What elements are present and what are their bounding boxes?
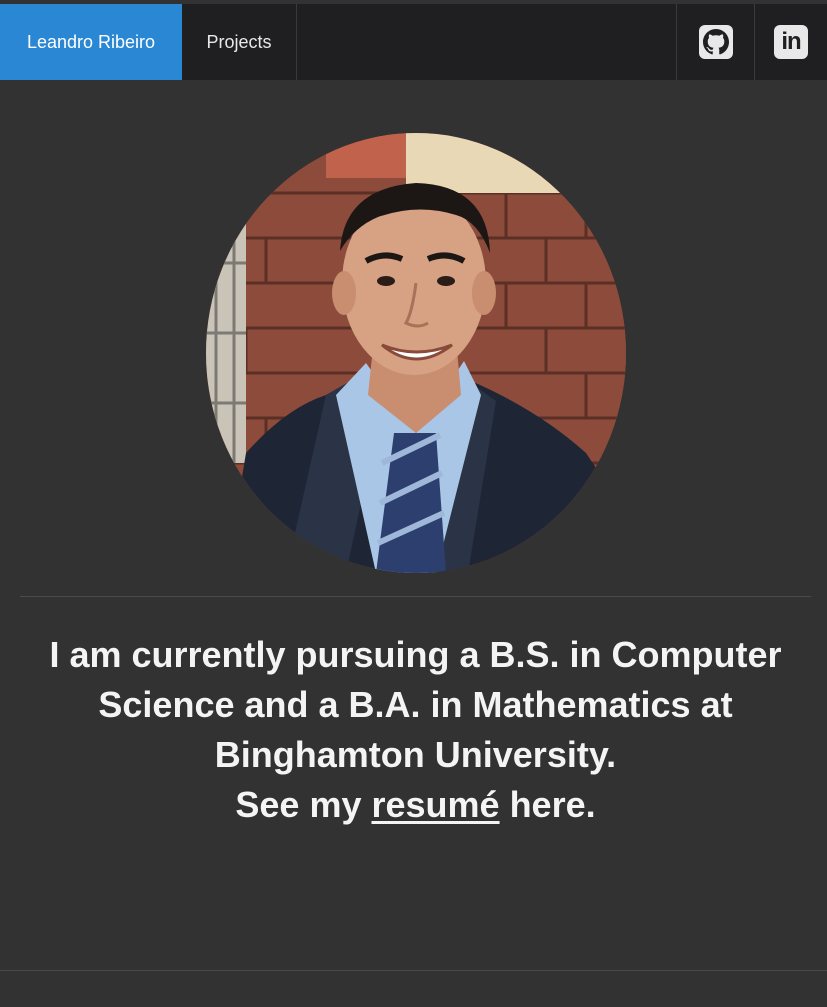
resume-prefix: See my bbox=[235, 784, 372, 825]
resume-suffix: here. bbox=[499, 784, 596, 825]
bio-line-1: I am currently pursuing a B.S. in Comput… bbox=[49, 634, 782, 675]
top-navbar: Leandro Ribeiro Projects in bbox=[0, 0, 827, 80]
nav-brand-link[interactable]: Leandro Ribeiro bbox=[0, 4, 182, 80]
linkedin-icon-label: in bbox=[781, 28, 801, 55]
linkedin-link[interactable]: in bbox=[754, 4, 827, 80]
resume-line: See my resumé here. bbox=[20, 780, 811, 830]
github-icon bbox=[698, 25, 733, 59]
profile-photo-illustration bbox=[206, 133, 626, 573]
profile-photo bbox=[206, 133, 626, 573]
bio-statement: I am currently pursuing a B.S. in Comput… bbox=[20, 630, 811, 830]
linkedin-icon: in bbox=[774, 25, 808, 59]
section-divider-top bbox=[20, 596, 811, 597]
bio-line-3: Binghamton University. bbox=[214, 734, 617, 775]
resume-link[interactable]: resumé bbox=[371, 784, 499, 825]
github-link[interactable] bbox=[676, 4, 754, 80]
nav-projects-link[interactable]: Projects bbox=[182, 4, 297, 80]
bio-line-2: Science and a B.A. in Mathematics at bbox=[98, 684, 733, 725]
section-divider-bottom bbox=[0, 970, 827, 971]
